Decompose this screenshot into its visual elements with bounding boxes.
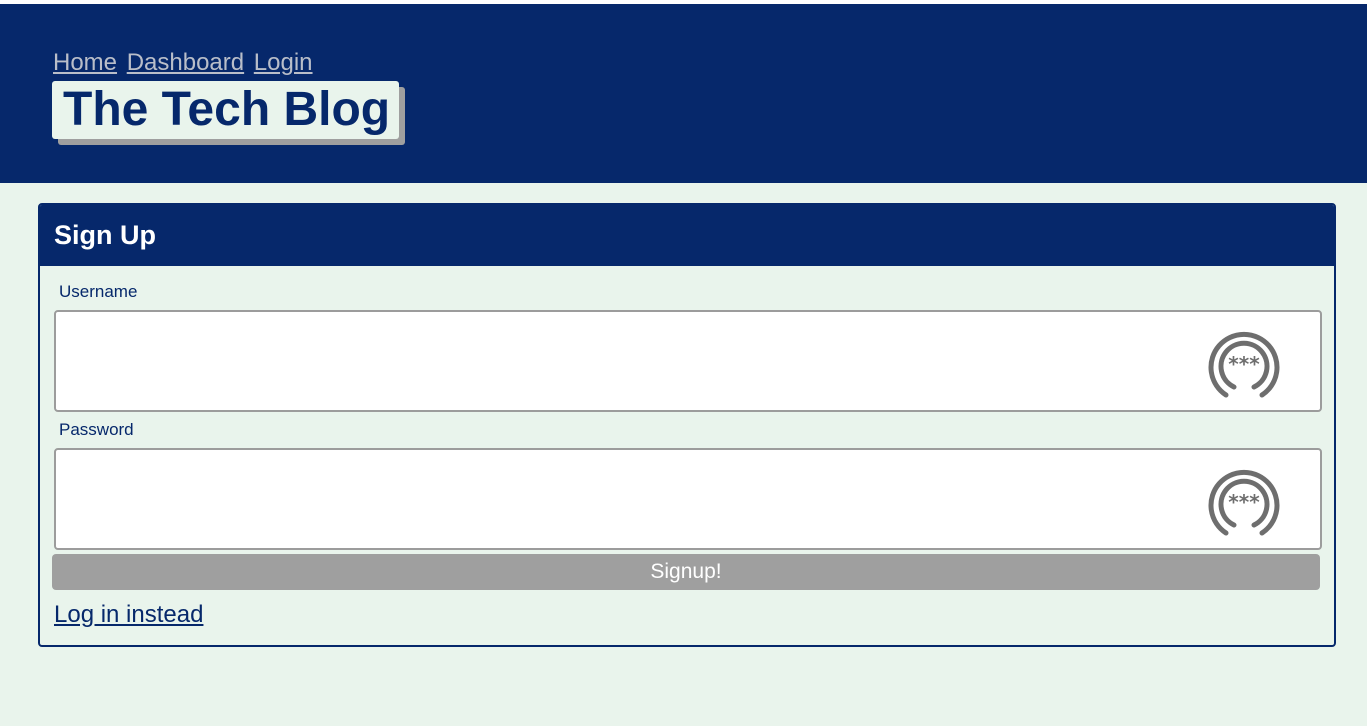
- login-instead-link[interactable]: Log in instead: [54, 600, 203, 630]
- username-label: Username: [59, 282, 138, 301]
- nav-link-dashboard[interactable]: Dashboard: [127, 49, 244, 76]
- password-label: Password: [59, 420, 134, 439]
- password-field-box: ***: [54, 448, 1322, 550]
- svg-text:***: ***: [1228, 352, 1260, 376]
- signup-card-title: Sign Up: [40, 205, 1334, 266]
- main-nav: Home Dashboard Login: [53, 48, 316, 78]
- password-input[interactable]: [56, 450, 1320, 548]
- username-input[interactable]: [56, 312, 1320, 410]
- site-header: Home Dashboard Login The Tech Blog: [0, 4, 1367, 183]
- password-manager-icon[interactable]: ***: [1206, 325, 1282, 401]
- nav-link-login[interactable]: Login: [254, 49, 313, 76]
- nav-link-home[interactable]: Home: [53, 49, 117, 76]
- signup-button[interactable]: Signup!: [52, 554, 1320, 590]
- site-title: The Tech Blog: [52, 81, 399, 139]
- brand: The Tech Blog: [52, 81, 405, 145]
- signup-card: Sign Up Username *** Password *** Signup…: [38, 203, 1336, 647]
- svg-text:***: ***: [1228, 490, 1260, 514]
- username-field-box: ***: [54, 310, 1322, 412]
- password-manager-icon[interactable]: ***: [1206, 463, 1282, 539]
